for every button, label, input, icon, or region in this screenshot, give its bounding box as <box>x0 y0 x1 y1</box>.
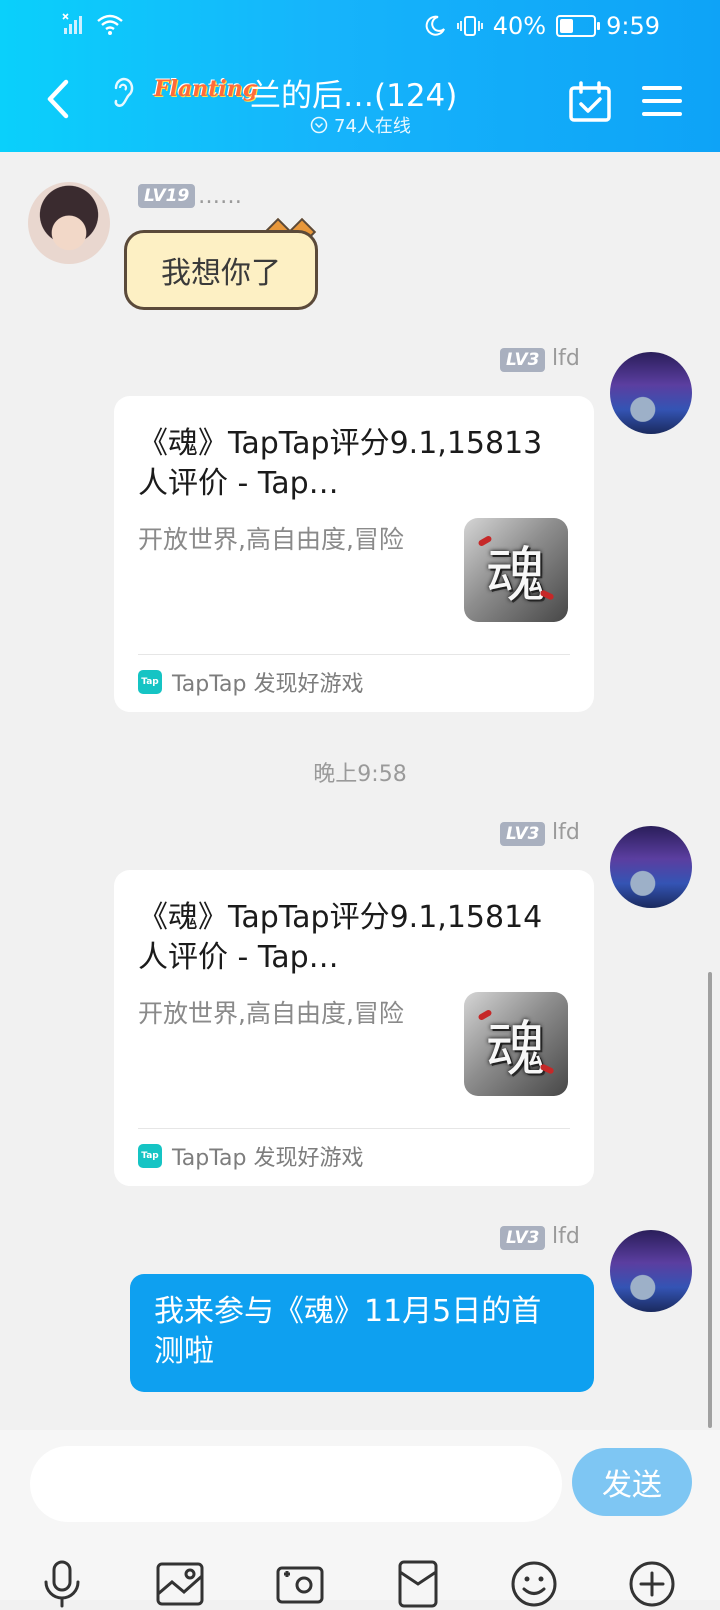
level-badge: LV3 <box>500 348 546 372</box>
card-divider <box>138 654 570 655</box>
message-bubble[interactable]: 我来参与《魂》11月5日的首测啦 <box>130 1274 594 1392</box>
status-bar: 40% 9:59 <box>0 0 720 56</box>
battery-level <box>560 19 573 33</box>
level-badge: LV3 <box>500 1226 546 1250</box>
source-label: TapTap 发现好游戏 <box>172 1146 364 1171</box>
card-source: Tap TapTap 发现好游戏 <box>138 1140 363 1172</box>
card-source: Tap TapTap 发现好游戏 <box>138 666 363 698</box>
avatar[interactable] <box>610 1230 692 1312</box>
level-badge: LV3 <box>500 822 546 846</box>
online-count: 74人在线 <box>334 116 411 137</box>
taptap-icon: Tap <box>138 1144 162 1168</box>
message-text: 我想你了 <box>161 256 281 291</box>
chat-header: 40% 9:59 Flanting 兰的后…(124) 74人在线 <box>0 0 720 152</box>
link-card[interactable]: 《魂》TapTap评分9.1,15814 人评价 - Tap… 开放世界,高自由… <box>114 870 594 1186</box>
emoji-icon[interactable] <box>508 1558 560 1610</box>
card-description: 开放世界,高自由度,冒险 <box>138 525 404 554</box>
vibrate-icon <box>456 16 483 36</box>
thumbnail-glyph: 魂 <box>486 540 546 611</box>
game-thumbnail: 魂 <box>464 992 568 1096</box>
card-title: 《魂》TapTap评分9.1,15813 人评价 - Tap… <box>138 426 543 501</box>
signal-icon <box>62 13 82 34</box>
moon-icon <box>425 15 445 36</box>
ear-icon[interactable] <box>108 74 138 108</box>
sender-name: …… <box>198 184 242 209</box>
scrollbar[interactable] <box>708 972 712 1428</box>
composer: 发送 <box>0 1430 720 1608</box>
camera-icon[interactable] <box>274 1558 326 1610</box>
avatar[interactable] <box>610 826 692 908</box>
sender-name: lfd <box>552 346 580 371</box>
clock: 9:59 <box>606 12 660 40</box>
battery-percent: 40% <box>492 12 547 40</box>
send-button[interactable]: 发送 <box>572 1448 692 1516</box>
back-icon[interactable] <box>38 74 78 124</box>
group-logo: Flanting <box>154 76 259 102</box>
image-icon[interactable] <box>154 1558 206 1610</box>
source-label: TapTap 发现好游戏 <box>172 672 364 697</box>
game-thumbnail: 魂 <box>464 518 568 622</box>
microphone-icon[interactable] <box>36 1558 88 1610</box>
card-description: 开放世界,高自由度,冒险 <box>138 999 404 1028</box>
message-input[interactable] <box>30 1446 562 1522</box>
message-list[interactable]: LV19 …… 我想你了 LV3 lfd 《魂》TapTap评分9.1,1581… <box>0 152 720 1430</box>
menu-icon[interactable] <box>642 84 682 118</box>
battery-icon <box>556 15 601 37</box>
timestamp: 晚上9:58 <box>313 762 407 787</box>
card-divider <box>138 1128 570 1129</box>
red-packet-icon[interactable] <box>392 1558 444 1610</box>
wifi-icon <box>97 14 123 35</box>
message-text: 我来参与《魂》11月5日的首测啦 <box>154 1294 542 1369</box>
link-card[interactable]: 《魂》TapTap评分9.1,15813 人评价 - Tap… 开放世界,高自由… <box>114 396 594 712</box>
avatar[interactable] <box>28 182 110 264</box>
card-title: 《魂》TapTap评分9.1,15814 人评价 - Tap… <box>138 900 543 975</box>
message-bubble[interactable]: 我想你了 <box>124 230 318 310</box>
group-title[interactable]: 兰的后…(124) <box>250 70 457 115</box>
chevron-down-circle-icon <box>310 116 328 134</box>
sender-name: lfd <box>552 1224 580 1249</box>
plus-icon[interactable] <box>626 1558 678 1610</box>
avatar[interactable] <box>610 352 692 434</box>
thumbnail-glyph: 魂 <box>486 1014 546 1085</box>
sender-name: lfd <box>552 820 580 845</box>
taptap-icon: Tap <box>138 670 162 694</box>
online-status[interactable]: 74人在线 <box>310 112 411 138</box>
calendar-check-icon[interactable] <box>568 80 612 124</box>
level-badge: LV19 <box>138 184 196 208</box>
